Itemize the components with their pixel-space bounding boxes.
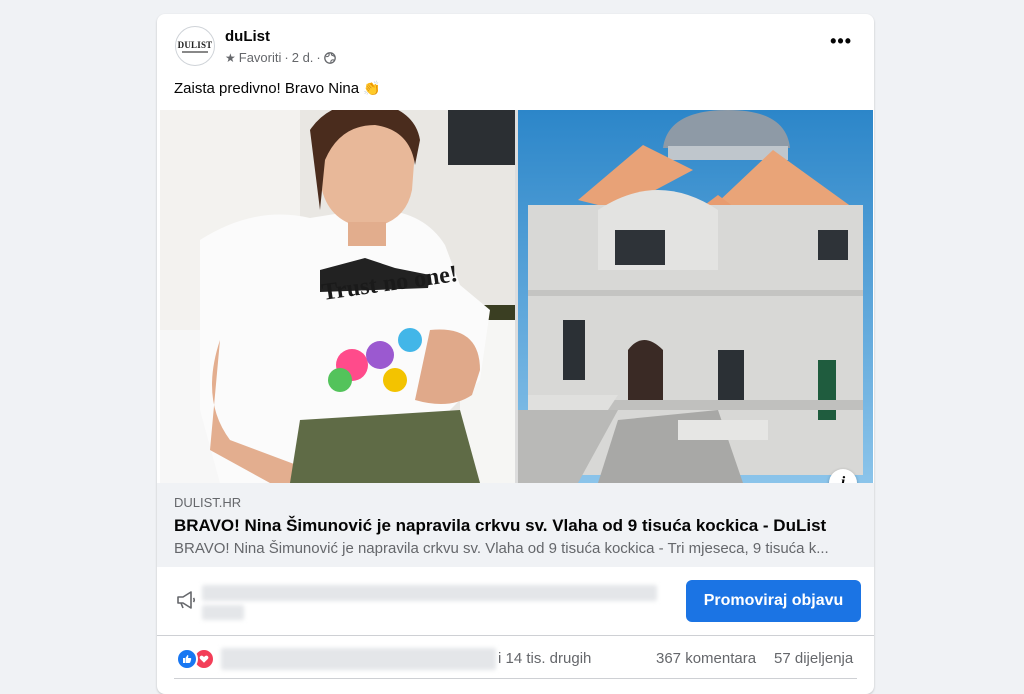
blurred-text: [202, 585, 657, 601]
promote-row: Promoviraj objavu: [157, 567, 874, 636]
megaphone-icon: [177, 591, 196, 609]
reactions-count[interactable]: i 14 tis. drugih: [498, 650, 591, 667]
lego-church-illustration: [518, 110, 873, 483]
star-icon: ★: [225, 50, 236, 65]
post-caption: Zaista predivno! Bravo Nina 👏: [174, 80, 381, 97]
page-name-link[interactable]: duList: [225, 28, 270, 45]
meta-separator: ·: [284, 50, 289, 65]
promote-post-button[interactable]: Promoviraj objavu: [686, 580, 861, 622]
avatar-logo-text: DULIST: [177, 39, 213, 50]
link-preview-image[interactable]: Trust no one!: [160, 110, 873, 497]
like-icon: [176, 648, 198, 670]
blurred-reactor-names: [221, 648, 496, 670]
comments-count[interactable]: 367 komentara: [656, 650, 756, 667]
post-meta: ★ Favoriti · 2 d. ·: [225, 50, 336, 65]
page-avatar[interactable]: DULIST: [175, 26, 215, 66]
more-options-icon[interactable]: •••: [830, 32, 852, 50]
link-domain: DULIST.HR: [174, 495, 242, 510]
blurred-text: [202, 605, 244, 620]
post-header: DULIST duList ★ Favoriti · 2 d. · •••: [157, 14, 874, 80]
clapping-hands-emoji: 👏: [363, 80, 381, 96]
globe-icon[interactable]: [323, 51, 336, 64]
photo-lego-church: [518, 110, 873, 483]
caption-text: Zaista predivno! Bravo Nina: [174, 80, 360, 97]
shares-count[interactable]: 57 dijeljenja: [774, 650, 853, 667]
link-title[interactable]: BRAVO! Nina Šimunović je napravila crkvu…: [174, 516, 826, 536]
avatar-logo-line: [182, 50, 208, 53]
link-description: BRAVO! Nina Šimunović je napravila crkvu…: [174, 540, 829, 557]
photo-girl: Trust no one!: [160, 110, 515, 483]
reaction-icons[interactable]: [176, 648, 215, 670]
reactions-row: i 14 tis. drugih 367 komentara 57 dijelj…: [157, 636, 874, 680]
favorites-label[interactable]: Favoriti: [239, 50, 282, 65]
girl-photo-illustration: Trust no one!: [160, 110, 515, 483]
action-divider: [174, 678, 857, 679]
post-card: DULIST duList ★ Favoriti · 2 d. · ••• Za…: [157, 14, 874, 694]
meta-separator-2: ·: [316, 50, 321, 65]
link-preview-box[interactable]: DULIST.HR BRAVO! Nina Šimunović je napra…: [157, 483, 874, 567]
post-time[interactable]: 2 d.: [292, 50, 314, 65]
